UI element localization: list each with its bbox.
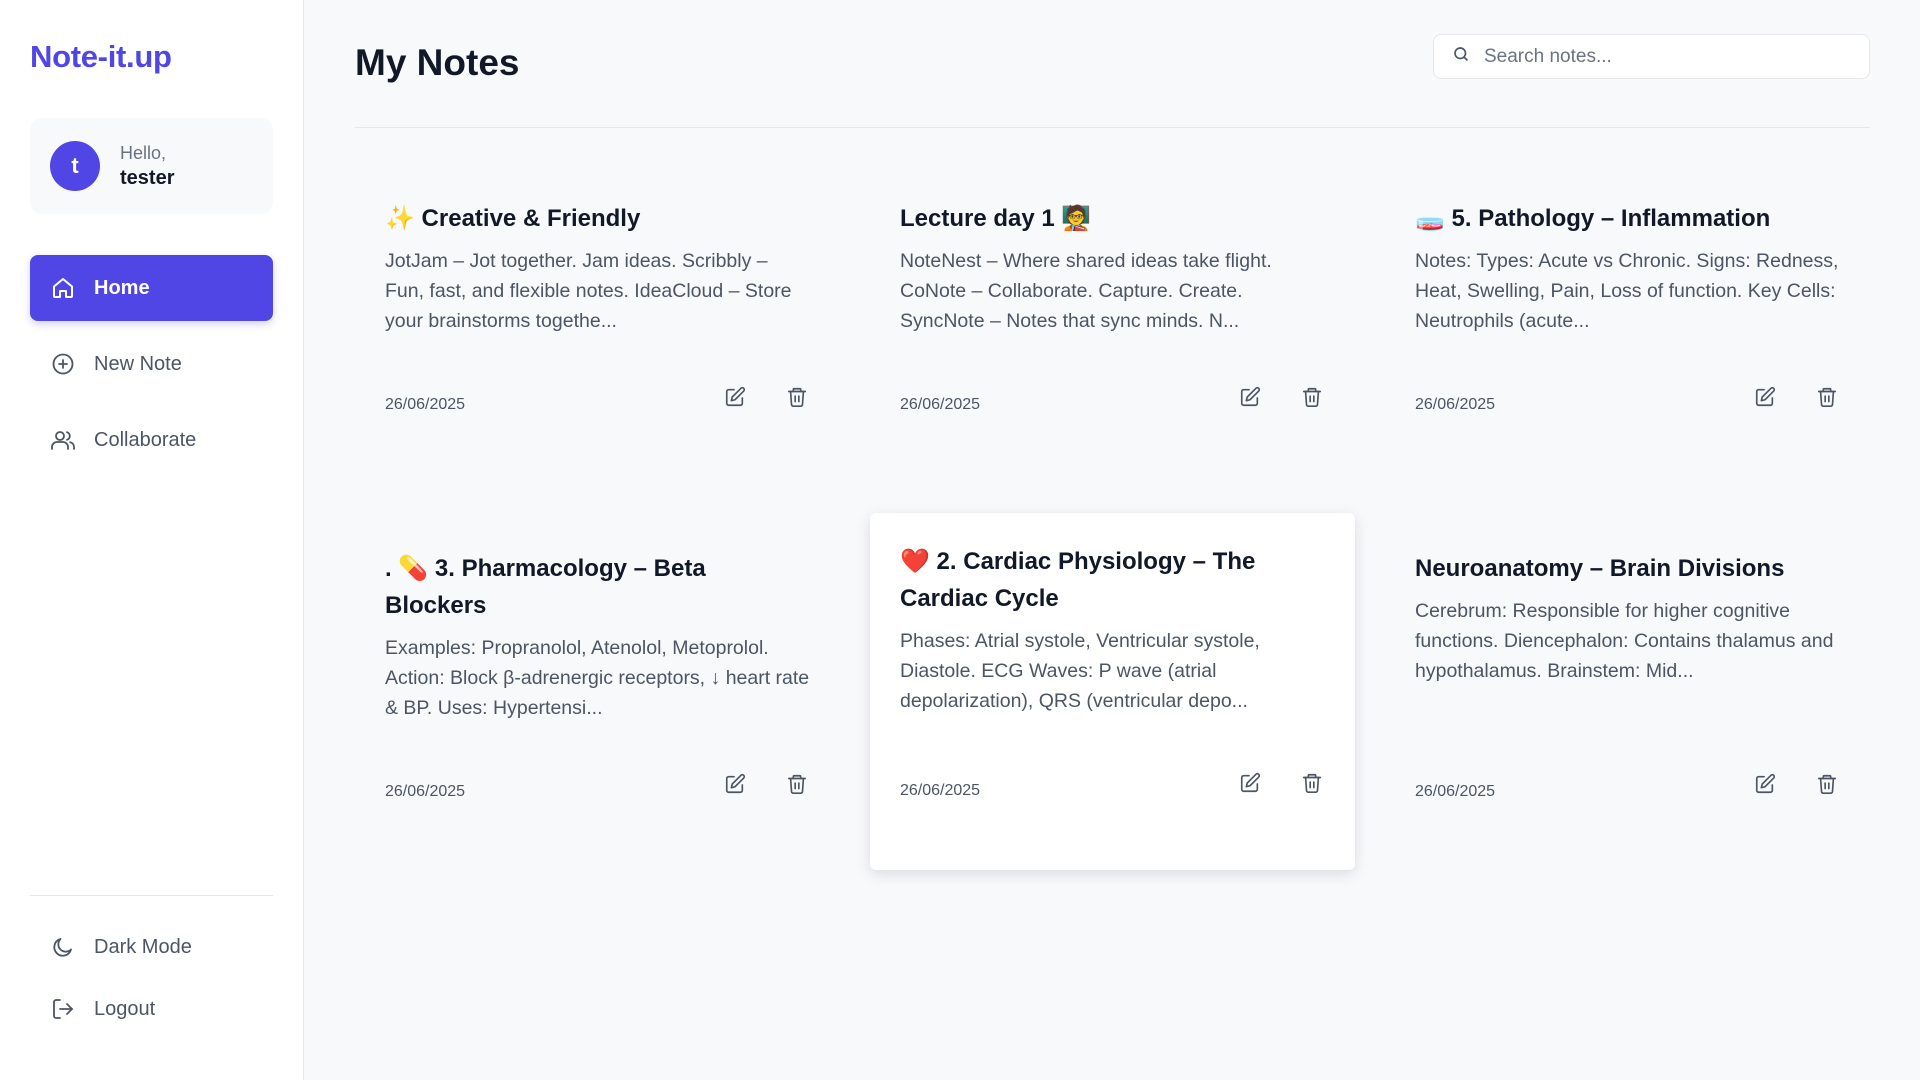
app-root: Note-it.up t Hello, tester Home New Note	[0, 0, 1920, 1080]
note-date: 26/06/2025	[1415, 396, 1496, 413]
note-card[interactable]: 🧫 5. Pathology – Inflammation Notes: Typ…	[1385, 200, 1870, 440]
note-actions	[722, 771, 810, 797]
sidebar-item-label: New Note	[94, 352, 182, 375]
home-icon	[50, 275, 76, 301]
note-actions	[1237, 384, 1325, 410]
username: tester	[120, 167, 175, 189]
note-date: 26/06/2025	[385, 783, 466, 800]
page-title: My Notes	[355, 41, 520, 83]
dark-mode-label: Dark Mode	[94, 935, 192, 958]
note-card[interactable]: Neuroanatomy – Brain Divisions Cerebrum:…	[1385, 550, 1870, 800]
note-preview: Phases: Atrial systole, Ventricular syst…	[900, 630, 1260, 712]
avatar[interactable]: t	[50, 141, 100, 191]
sidebar-item-new-note[interactable]: New Note	[30, 331, 273, 397]
note-actions	[1752, 771, 1840, 797]
note-actions	[722, 384, 810, 410]
note-title: Lecture day 1 🧑‍🏫	[900, 205, 1092, 232]
note-date: 26/06/2025	[900, 396, 981, 413]
trash-icon[interactable]	[1814, 771, 1840, 797]
edit-icon[interactable]	[1752, 771, 1778, 797]
note-actions	[1237, 770, 1325, 796]
moon-icon	[50, 934, 76, 960]
search-box[interactable]	[1433, 34, 1870, 79]
note-title: ❤️ 2. Cardiac Physiology – The Cardiac C…	[900, 548, 1256, 612]
note-card-hovered[interactable]: ❤️ 2. Cardiac Physiology – The Cardiac C…	[870, 513, 1355, 870]
note-footer: 26/06/2025	[385, 384, 810, 414]
main-content: My Notes ✨ Creative & Friendly JotJam – …	[304, 0, 1920, 1080]
sidebar: Note-it.up t Hello, tester Home New Note	[0, 0, 304, 1080]
note-title: ✨ Creative & Friendly	[385, 205, 641, 232]
brand-logo[interactable]: Note-it.up	[30, 37, 273, 77]
note-actions	[1752, 384, 1840, 410]
note-card[interactable]: ✨ Creative & Friendly JotJam – Jot toget…	[355, 200, 840, 440]
edit-icon[interactable]	[1237, 384, 1263, 410]
edit-icon[interactable]	[1752, 384, 1778, 410]
note-footer: 26/06/2025	[900, 384, 1325, 414]
note-footer: 26/06/2025	[900, 770, 1325, 800]
user-card: t Hello, tester	[30, 118, 273, 214]
trash-icon[interactable]	[784, 384, 810, 410]
edit-icon[interactable]	[722, 384, 748, 410]
search-input[interactable]	[1484, 45, 1851, 68]
note-title: Neuroanatomy – Brain Divisions	[1415, 555, 1785, 582]
note-footer: 26/06/2025	[385, 771, 810, 801]
trash-icon[interactable]	[1814, 384, 1840, 410]
note-card[interactable]: . 💊 3. Pharmacology – Beta Blockers Exam…	[355, 550, 840, 800]
sidebar-item-label: Home	[94, 276, 150, 299]
note-footer: 26/06/2025	[1415, 384, 1840, 414]
note-date: 26/06/2025	[900, 782, 981, 799]
sidebar-item-collaborate[interactable]: Collaborate	[30, 407, 273, 473]
note-preview: JotJam – Jot together. Jam ideas. Scribb…	[385, 250, 792, 332]
edit-icon[interactable]	[722, 771, 748, 797]
logout-icon	[50, 996, 76, 1022]
note-preview: Cerebrum: Responsible for higher cogniti…	[1415, 600, 1834, 682]
logout-label: Logout	[94, 997, 156, 1020]
note-preview: Notes: Types: Acute vs Chronic. Signs: R…	[1415, 250, 1839, 332]
note-card[interactable]: Lecture day 1 🧑‍🏫 NoteNest – Where share…	[870, 200, 1355, 440]
logout-button[interactable]: Logout	[30, 978, 273, 1040]
edit-icon[interactable]	[1237, 770, 1263, 796]
notes-grid: ✨ Creative & Friendly JotJam – Jot toget…	[355, 128, 1870, 1028]
note-preview: Examples: Propranolol, Atenolol, Metopro…	[385, 637, 810, 719]
sidebar-item-label: Collaborate	[94, 428, 197, 451]
note-preview: NoteNest – Where shared ideas take fligh…	[900, 250, 1272, 332]
note-footer: 26/06/2025	[1415, 771, 1840, 801]
page-header: My Notes	[355, 0, 1870, 128]
note-title: . 💊 3. Pharmacology – Beta Blockers	[385, 555, 706, 619]
trash-icon[interactable]	[1299, 770, 1325, 796]
note-title: 🧫 5. Pathology – Inflammation	[1415, 205, 1771, 232]
sidebar-bottom: Dark Mode Logout	[30, 895, 273, 1040]
search-icon	[1452, 45, 1470, 68]
dark-mode-toggle[interactable]: Dark Mode	[30, 916, 273, 978]
user-text: Hello, tester	[120, 141, 174, 191]
trash-icon[interactable]	[1299, 384, 1325, 410]
plus-circle-icon	[50, 351, 76, 377]
trash-icon[interactable]	[784, 771, 810, 797]
note-date: 26/06/2025	[385, 396, 466, 413]
sidebar-nav: Home New Note Collaborate	[30, 255, 273, 473]
users-icon	[50, 427, 76, 453]
note-date: 26/06/2025	[1415, 783, 1496, 800]
sidebar-item-home[interactable]: Home	[30, 255, 273, 321]
greeting-text: Hello,	[120, 143, 167, 163]
